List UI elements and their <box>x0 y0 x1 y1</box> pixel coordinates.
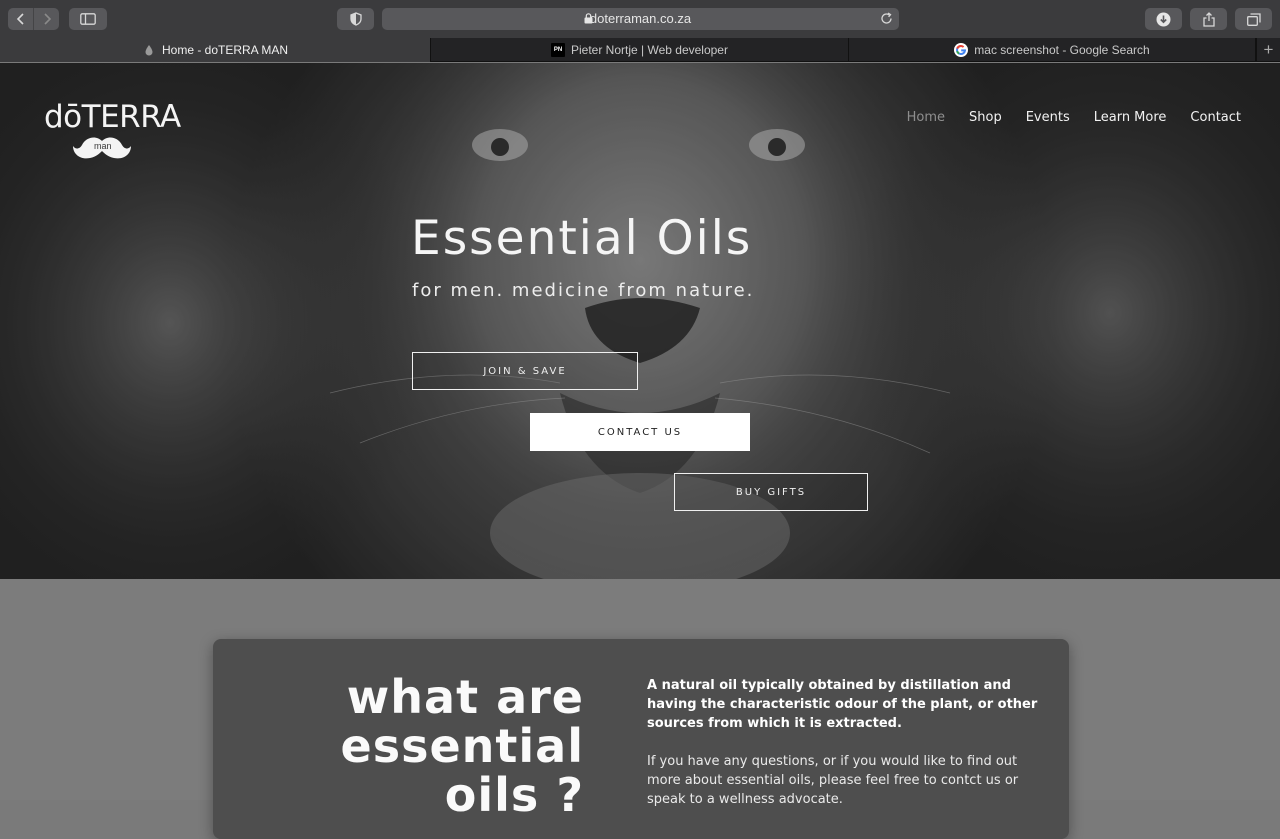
history-nav-group <box>8 8 59 30</box>
sidebar-icon <box>80 13 96 25</box>
shield-icon <box>349 12 362 26</box>
hero-overlay <box>0 63 1280 579</box>
tab-title: mac screenshot - Google Search <box>974 43 1150 57</box>
nav-contact[interactable]: Contact <box>1190 110 1241 125</box>
heading-line: essential <box>340 719 584 773</box>
nav-shop[interactable]: Shop <box>969 110 1002 125</box>
tab-pieter-nortje[interactable]: PN Pieter Nortje | Web developer <box>431 38 849 62</box>
downloads-button[interactable] <box>1145 8 1182 30</box>
chevron-right-icon <box>43 13 51 25</box>
logo-wordmark: dōTERRA <box>44 99 181 135</box>
share-button[interactable] <box>1190 8 1227 30</box>
share-icon <box>1202 11 1215 27</box>
definition-text: A natural oil typically obtained by dist… <box>647 678 1038 731</box>
tab-overview-button[interactable] <box>1235 8 1272 30</box>
pn-logo-icon: PN <box>551 43 565 57</box>
logo-sub: man <box>94 141 112 151</box>
doterra-drop-icon <box>142 43 156 57</box>
info-card: what are essential oils ? A natural oil … <box>213 639 1069 839</box>
google-g-icon <box>954 43 969 57</box>
tab-google-search[interactable]: mac screenshot - Google Search <box>849 38 1256 62</box>
nav-events[interactable]: Events <box>1026 110 1070 125</box>
download-icon <box>1156 12 1171 26</box>
chevron-left-icon <box>16 13 24 25</box>
buy-gifts-button[interactable]: BUY GIFTS <box>674 473 868 511</box>
hero-section: dōTERRA man Home Shop Events Learn More … <box>0 63 1280 579</box>
privacy-report-button[interactable] <box>337 8 374 30</box>
forward-button[interactable] <box>34 8 59 30</box>
body-text: If you have any questions, or if you wou… <box>647 754 1019 807</box>
tab-title: Pieter Nortje | Web developer <box>571 43 728 57</box>
section-heading: what are essential oils ? <box>254 673 584 820</box>
url-text: doterraman.co.za <box>589 11 692 26</box>
reload-icon[interactable] <box>880 12 893 25</box>
site-logo[interactable]: dōTERRA man <box>44 99 181 163</box>
info-section: what are essential oils ? A natural oil … <box>0 579 1280 839</box>
tab-title: Home - doTERRA MAN <box>161 43 289 57</box>
nav-learn-more[interactable]: Learn More <box>1094 110 1167 125</box>
main-nav: Home Shop Events Learn More Contact <box>883 110 1241 125</box>
nav-home[interactable]: Home <box>907 110 945 125</box>
tabs-icon <box>1246 12 1261 26</box>
tab-doterra[interactable]: Home - doTERRA MAN <box>0 38 431 62</box>
sidebar-button[interactable] <box>69 8 107 30</box>
back-button[interactable] <box>8 8 33 30</box>
heading-line: oils ? <box>444 768 584 822</box>
heading-line: what are <box>346 670 584 724</box>
hero-subtitle: for men. medicine from nature. <box>412 280 755 301</box>
tab-bar: Home - doTERRA MAN PN Pieter Nortje | We… <box>0 38 1280 62</box>
join-save-button[interactable]: JOIN & SAVE <box>412 352 638 390</box>
hero-title: Essential Oils <box>411 211 753 266</box>
address-bar[interactable]: doterraman.co.za <box>382 8 899 30</box>
new-tab-button[interactable]: + <box>1256 38 1280 62</box>
contact-us-button[interactable]: CONTACT US <box>530 413 750 451</box>
browser-toolbar: doterraman.co.za <box>0 0 1280 38</box>
